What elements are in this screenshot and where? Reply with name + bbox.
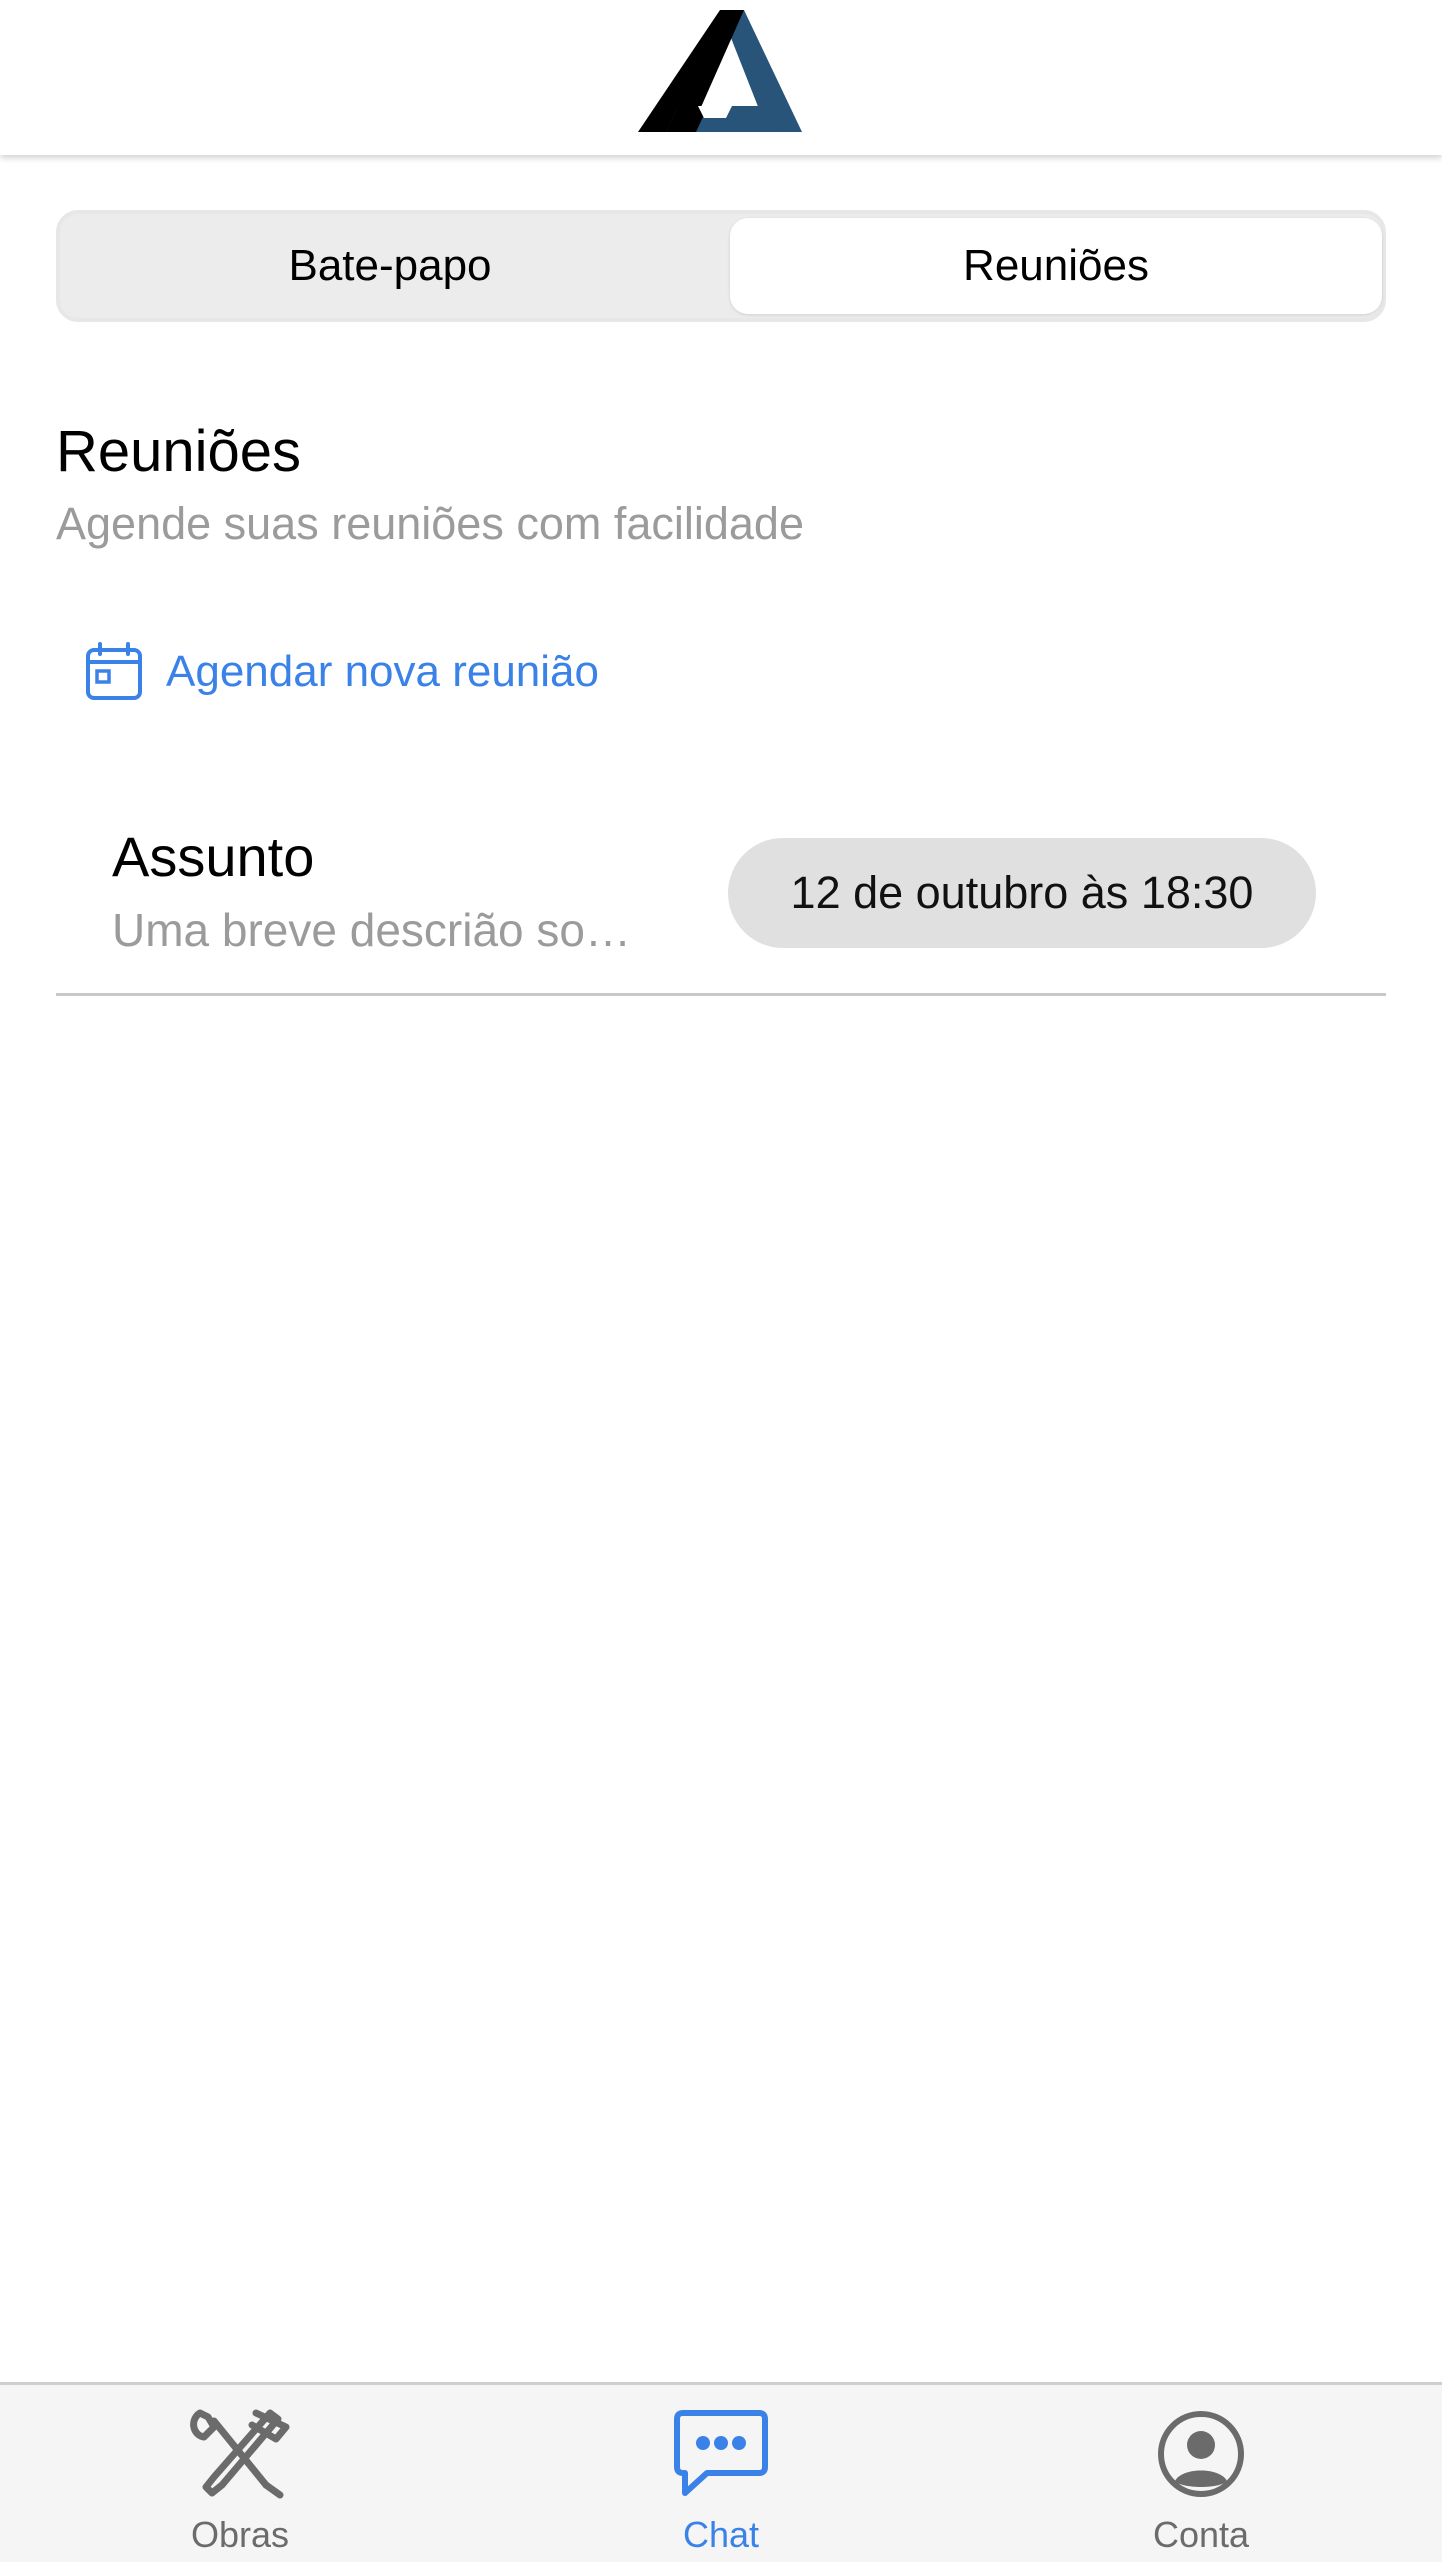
segment-bate-papo[interactable]: Bate-papo xyxy=(64,218,716,314)
calendar-icon xyxy=(86,642,142,700)
segment-reunioes[interactable]: Reuniões xyxy=(730,218,1382,314)
meeting-description: Uma breve descrião so… xyxy=(112,904,631,956)
section-title: Reuniões xyxy=(56,419,302,484)
tab-obras-label: Obras xyxy=(190,2514,290,2555)
tab-chat-label: Chat xyxy=(682,2514,760,2555)
bottom-tab-bar: Obras Chat Conta xyxy=(0,2382,1442,2562)
tools-icon xyxy=(190,2409,290,2499)
tab-conta[interactable]: Conta xyxy=(1051,2385,1351,2562)
tab-chat[interactable]: Chat xyxy=(571,2385,871,2562)
app-header xyxy=(0,0,1442,155)
schedule-meeting-label: Agendar nova reunião xyxy=(166,647,599,696)
chat-segmented-control: Bate-papo Reuniões xyxy=(56,210,1386,322)
tab-obras[interactable]: Obras xyxy=(90,2385,390,2562)
section-subtitle: Agende suas reuniões com facilidade xyxy=(56,498,804,549)
meeting-datetime-chip: 12 de outubro às 18:30 xyxy=(728,838,1316,948)
tab-conta-label: Conta xyxy=(1152,2514,1250,2555)
schedule-meeting-button[interactable]: Agendar nova reunião xyxy=(84,636,599,708)
brand-a-logo-icon xyxy=(638,10,802,132)
chat-bubble-icon xyxy=(674,2410,768,2496)
segment-bate-papo-label: Bate-papo xyxy=(288,241,492,290)
meeting-subject: Assunto xyxy=(112,825,315,888)
segment-reunioes-label: Reuniões xyxy=(963,241,1149,290)
meeting-list-item[interactable]: Assunto Uma breve descrião so… 12 de out… xyxy=(56,808,1386,996)
user-circle-icon xyxy=(1158,2411,1244,2497)
